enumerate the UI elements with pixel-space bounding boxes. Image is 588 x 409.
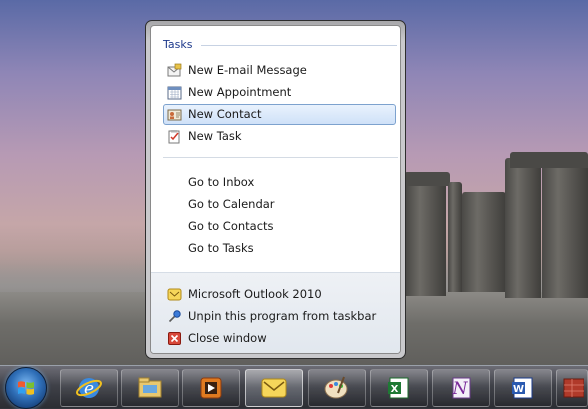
close-window-icon xyxy=(168,332,181,345)
task-label: New Task xyxy=(188,129,242,143)
jump-list-menu: Tasks New E-mail Message New Appointment xyxy=(145,20,406,359)
outlook-icon xyxy=(167,288,182,301)
taskbar-access[interactable] xyxy=(556,369,588,407)
paint-icon xyxy=(324,376,348,399)
goto-inbox[interactable]: Go to Inbox xyxy=(163,172,396,193)
svg-text:X: X xyxy=(391,384,399,395)
taskbar-outlook[interactable] xyxy=(245,369,303,407)
tasks-header: Tasks xyxy=(163,38,193,51)
stone xyxy=(505,158,541,298)
goto-label: Go to Contacts xyxy=(188,219,274,233)
goto-label: Go to Calendar xyxy=(188,197,275,211)
svg-text:N: N xyxy=(452,379,469,399)
start-button[interactable] xyxy=(5,367,47,409)
taskbar-onenote[interactable]: N xyxy=(432,369,490,407)
calendar-icon xyxy=(167,86,182,100)
task-label: New Appointment xyxy=(188,85,292,99)
goto-calendar[interactable]: Go to Calendar xyxy=(163,194,396,215)
jump-list-panel: Tasks New E-mail Message New Appointment xyxy=(150,25,401,354)
close-window[interactable]: Close window xyxy=(163,328,396,349)
taskbar: e X N W xyxy=(0,365,588,409)
taskbar-internet-explorer[interactable]: e xyxy=(60,369,118,407)
goto-tasks[interactable]: Go to Tasks xyxy=(163,238,396,259)
excel-icon: X xyxy=(388,377,409,399)
footer-label: Close window xyxy=(188,331,267,345)
word-icon: W xyxy=(512,377,533,399)
taskbar-word[interactable]: W xyxy=(494,369,552,407)
stone xyxy=(404,172,450,186)
task-clipboard-icon xyxy=(168,130,180,144)
new-email-icon xyxy=(167,63,182,77)
onenote-icon: N xyxy=(452,377,471,399)
stone xyxy=(406,176,446,296)
windows-start-orb-icon xyxy=(18,381,34,395)
taskbar-media-player[interactable] xyxy=(182,369,240,407)
taskbar-excel[interactable]: X xyxy=(370,369,428,407)
section-divider xyxy=(163,157,398,158)
goto-label: Go to Tasks xyxy=(188,241,254,255)
unpin-icon xyxy=(168,310,181,323)
task-label: New E-mail Message xyxy=(188,63,307,77)
goto-label: Go to Inbox xyxy=(188,175,255,189)
windows-explorer-icon xyxy=(138,377,162,398)
svg-text:W: W xyxy=(513,384,524,395)
outlook-icon xyxy=(261,378,287,398)
header-divider xyxy=(201,45,397,46)
media-player-icon xyxy=(200,377,222,399)
goto-contacts[interactable]: Go to Contacts xyxy=(163,216,396,237)
stone xyxy=(542,160,588,298)
unpin-from-taskbar[interactable]: Unpin this program from taskbar xyxy=(163,306,396,327)
internet-explorer-icon: e xyxy=(76,378,102,399)
taskbar-paint[interactable] xyxy=(308,369,366,407)
task-new-task[interactable]: New Task xyxy=(163,126,396,147)
task-new-email[interactable]: New E-mail Message xyxy=(163,60,396,81)
jump-list-footer: Microsoft Outlook 2010 Unpin this progra… xyxy=(151,272,400,353)
access-icon xyxy=(563,378,584,398)
stone xyxy=(510,152,588,168)
contact-card-icon xyxy=(167,109,182,121)
task-new-contact[interactable]: New Contact xyxy=(163,104,396,125)
stone xyxy=(462,192,506,292)
task-label: New Contact xyxy=(188,107,262,121)
stone xyxy=(448,182,462,292)
task-new-appointment[interactable]: New Appointment xyxy=(163,82,396,103)
footer-label: Unpin this program from taskbar xyxy=(188,309,377,323)
taskbar-windows-explorer[interactable] xyxy=(121,369,179,407)
open-outlook[interactable]: Microsoft Outlook 2010 xyxy=(163,284,396,305)
footer-label: Microsoft Outlook 2010 xyxy=(188,287,322,301)
